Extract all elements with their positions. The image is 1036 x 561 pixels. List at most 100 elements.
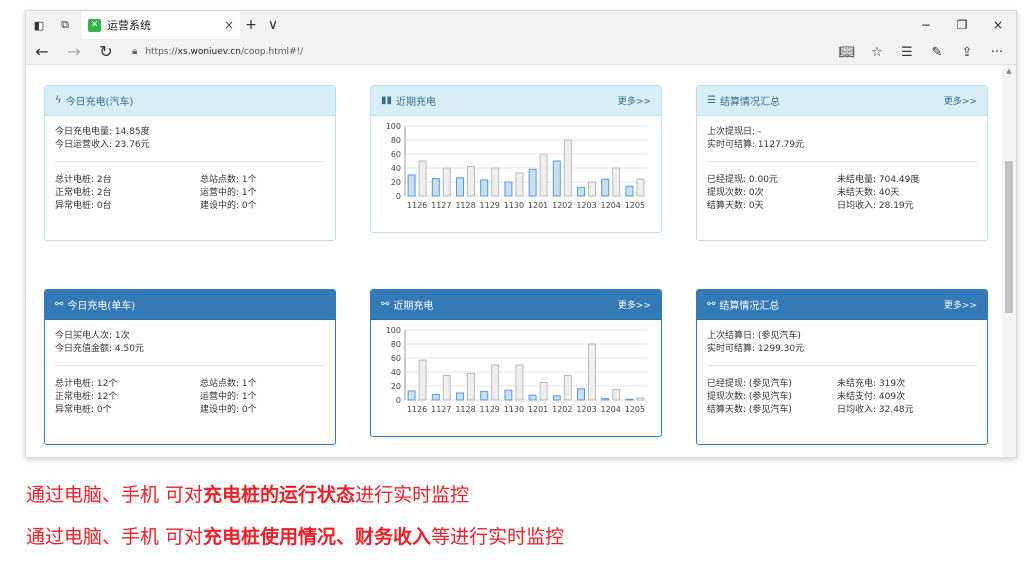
- y-tick-label: 60: [391, 354, 401, 363]
- more-link[interactable]: 更多>>: [618, 298, 651, 311]
- more-menu-icon[interactable]: ···: [982, 45, 1012, 60]
- tab-title: 运营系统: [107, 19, 151, 32]
- stat-item: 正常电桩: 2台: [55, 188, 112, 198]
- browser-window: ◧ ⧉ ✕ 运营系统 × + ∨ − ❐ × ← → ↻ 🔒︎ https://…: [25, 10, 1017, 458]
- stat-line: 上次提现日: -: [707, 127, 762, 137]
- x-tick-label: 1204: [601, 405, 621, 414]
- minimize-button[interactable]: −: [908, 11, 944, 39]
- forward-icon[interactable]: →: [58, 42, 90, 61]
- y-tick-label: 20: [391, 382, 401, 391]
- panel-header: ⚯ 今日充电(单车): [45, 290, 335, 320]
- caption-emphasis: 充电桩的运行状态: [203, 484, 356, 506]
- back-icon[interactable]: ←: [26, 42, 58, 61]
- caption-text: 通过电脑、手机 可对: [26, 484, 204, 506]
- more-link[interactable]: 更多>>: [944, 298, 977, 311]
- x-tick-label: 1126: [407, 405, 427, 414]
- lock-icon: 🔒︎: [132, 46, 138, 57]
- bar: [515, 364, 524, 401]
- set-aside-tabs-icon[interactable]: ⧉: [52, 18, 78, 32]
- bar: [563, 375, 572, 401]
- stat-item: 未结支付: 409次: [837, 392, 906, 402]
- panel-title: 今日充电(汽车): [65, 97, 134, 108]
- tab-list-chevron-icon[interactable]: ∨: [262, 17, 284, 33]
- stat-item: 未结天数: 40天: [837, 188, 900, 198]
- bar: [407, 174, 416, 197]
- caption-text: 等进行实时监控: [431, 526, 565, 548]
- panel-car-recent: ▮▮ 近期充电 更多>> 100 80 60 40 20 0 1126 1127 1128 112…: [370, 85, 662, 233]
- caption-emphasis: 充电桩使用情况、财务收入: [203, 526, 432, 548]
- refresh-icon[interactable]: ↻: [90, 42, 122, 61]
- stat-item: 未结电量: 704.49度: [837, 175, 920, 185]
- caption-text: 通过电脑、手机 可对: [26, 526, 204, 548]
- page-scrollbar[interactable]: ▲: [1002, 65, 1016, 457]
- stat-line: 今日运营收入: 23.76元: [55, 140, 150, 150]
- stat-item: 已经提现: 0.00元: [707, 175, 778, 185]
- browser-tab[interactable]: ✕ 运营系统 ×: [82, 11, 240, 39]
- bar: [612, 389, 621, 401]
- panel-title: 结算情况汇总: [719, 97, 780, 108]
- favorite-star-icon[interactable]: ☆: [862, 45, 892, 60]
- bar: [442, 375, 451, 401]
- stat-item: 提现次数: (参见汽车): [707, 392, 792, 402]
- stat-line: 今日买电人次: 1次: [55, 331, 130, 341]
- y-tick-label: 40: [391, 164, 401, 173]
- reading-view-icon[interactable]: 📖︎: [832, 45, 862, 60]
- stat-item: 总站点数: 1个: [200, 379, 257, 389]
- panel-title: 今日充电(单车): [67, 301, 136, 312]
- x-tick-label: 1127: [431, 201, 451, 210]
- caption-text: 进行实时监控: [355, 484, 470, 506]
- divider: [55, 161, 325, 162]
- stat-item: 运营中的: 1个: [200, 188, 257, 198]
- bar: [552, 160, 561, 197]
- y-tick-label: 20: [391, 178, 401, 187]
- tab-actions-icon[interactable]: ◧: [26, 19, 52, 32]
- scroll-up-icon[interactable]: ▲: [1002, 65, 1016, 77]
- url-field[interactable]: 🔒︎ https://xs.woniuev.cn/coop.html#!/: [132, 46, 303, 57]
- panel-title: 近期充电: [393, 301, 434, 312]
- bar: [528, 168, 537, 197]
- panel-header: ⚯ 近期充电 更多>>: [371, 290, 661, 320]
- scrollbar-thumb[interactable]: [1005, 161, 1013, 313]
- more-link[interactable]: 更多>>: [618, 94, 651, 107]
- favorites-list-icon[interactable]: ☰: [892, 45, 922, 60]
- bar: [601, 398, 610, 401]
- panel-bike-settle: ⚯ 结算情况汇总 更多>> 上次结算日: (参见汽车) 实时可结算: 1299.…: [696, 289, 988, 445]
- x-tick-label: 1205: [625, 201, 645, 210]
- new-tab-button[interactable]: +: [240, 17, 262, 33]
- bicycle-icon: ⚯: [707, 299, 716, 310]
- share-icon[interactable]: ⇪: [952, 45, 982, 60]
- x-tick-label: 1128: [455, 201, 475, 210]
- recent-charging-chart-bike: 100 80 60 40 20 0 1126 1127 1128 1129 1130 1201 1202…: [386, 326, 647, 414]
- x-tick-label: 1202: [552, 405, 572, 414]
- bar: [552, 395, 561, 401]
- panel-header: ☰ 结算情况汇总 更多>>: [697, 86, 987, 116]
- bar: [467, 372, 475, 401]
- bar: [588, 343, 596, 401]
- more-link[interactable]: 更多>>: [944, 94, 977, 107]
- bicycle-icon: ⚯: [381, 299, 390, 310]
- stat-line: 实时可结算: 1299.30元: [707, 344, 805, 354]
- title-bar: ◧ ⧉ ✕ 运营系统 × + ∨ − ❐ ×: [26, 11, 1016, 39]
- pen-icon[interactable]: ✎: [922, 45, 952, 60]
- stat-item: 总计电桩: 2台: [55, 175, 112, 185]
- x-tick-label: 1127: [431, 405, 451, 414]
- stat-item: 总计电桩: 12个: [55, 379, 118, 389]
- bar: [612, 167, 621, 197]
- maximize-button[interactable]: ❐: [944, 11, 980, 39]
- bar: [480, 179, 489, 197]
- site-logo-icon: ✕: [88, 18, 101, 32]
- y-tick-label: 100: [386, 326, 401, 335]
- tab-close-icon[interactable]: ×: [224, 18, 234, 32]
- panel-header: ϟ 今日充电(汽车): [45, 86, 335, 116]
- bar: [515, 172, 524, 197]
- url-path: /coop.html#!/: [240, 46, 304, 57]
- stat-line: 今日充电电量: 14.85度: [55, 127, 150, 137]
- stat-line: 实时可结算: 1127.79元: [707, 140, 805, 150]
- close-window-button[interactable]: ×: [980, 11, 1016, 39]
- bar: [456, 177, 464, 197]
- dashboard: ϟ 今日充电(汽车) 今日充电电量: 14.85度 今日运营收入: 23.76元…: [26, 65, 1004, 457]
- caption-line-2: 通过电脑、手机 可对充电桩使用情况、财务收入等进行实时监控: [26, 522, 564, 549]
- panel-car-today: ϟ 今日充电(汽车) 今日充电电量: 14.85度 今日运营收入: 23.76元…: [44, 85, 336, 241]
- bar: [504, 389, 513, 401]
- stat-item: 异常电桩: 0台: [55, 201, 112, 211]
